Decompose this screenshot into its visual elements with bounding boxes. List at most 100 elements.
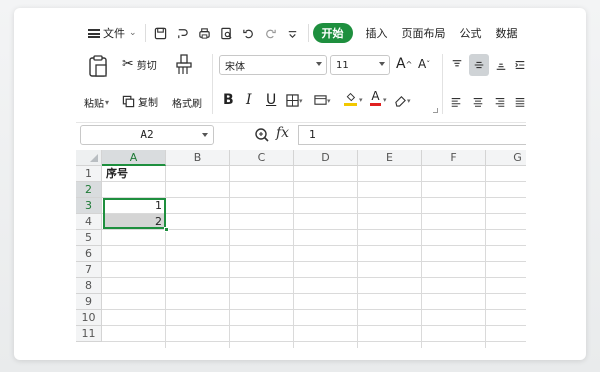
fx-icon[interactable]: fx — [276, 125, 289, 141]
chevron-down-icon[interactable]: ▾ — [383, 96, 387, 104]
row-header-4[interactable]: 4 — [76, 214, 102, 230]
chevron-down-icon: ▾ — [327, 96, 331, 105]
formula-input[interactable]: 1 — [298, 125, 526, 145]
paste-button[interactable] — [84, 54, 112, 78]
sheet-grid: ABCDEFG 1 2 3 4 5 6 7 8 9 10 11 序号 1 2 — [76, 150, 526, 348]
tab-data[interactable]: 数据 — [496, 25, 518, 41]
column-header-g[interactable]: G — [486, 150, 526, 166]
align-center-icon — [473, 98, 483, 107]
ribbon: 粘贴 ▾ ✂ 剪切 复制 格式刷 宋体 11 A ^ A ˇ B I U ▾ ▾… — [76, 50, 526, 122]
underline-button[interactable]: U — [266, 92, 276, 108]
tab-start[interactable]: 开始 — [312, 23, 353, 43]
format-painter-label-wrap[interactable]: 格式刷 — [172, 95, 202, 110]
fill-color-swatch — [344, 103, 357, 106]
wrap-button[interactable] — [514, 56, 526, 74]
font-size-select[interactable]: 11 — [330, 55, 390, 75]
italic-button[interactable]: I — [246, 92, 252, 108]
row-header-2[interactable]: 2 — [76, 182, 102, 198]
cell-style-button[interactable]: ▾ — [314, 94, 331, 107]
format-painter-label: 格式刷 — [172, 99, 202, 110]
cut-label: 剪切 — [136, 60, 157, 72]
align-middle-icon — [474, 61, 484, 69]
customize-icon[interactable] — [286, 26, 300, 40]
row-header-9[interactable]: 9 — [76, 294, 102, 310]
select-all-corner[interactable] — [76, 150, 102, 166]
column-header-b[interactable]: B — [166, 150, 230, 166]
row-header-6[interactable]: 6 — [76, 246, 102, 262]
scissors-icon: ✂ — [122, 56, 134, 72]
paste-menu[interactable]: 粘贴 ▾ — [84, 95, 109, 110]
zoom-icon[interactable] — [254, 127, 270, 143]
name-box[interactable]: A2 — [80, 125, 214, 145]
chevron-down-icon: ⌄ — [129, 28, 137, 38]
row-header-1[interactable]: 1 — [76, 166, 102, 182]
align-right-button[interactable] — [494, 96, 506, 108]
justify-button[interactable] — [514, 96, 526, 108]
column-header-e[interactable]: E — [358, 150, 422, 166]
font-dialog-launcher-icon[interactable] — [433, 108, 438, 113]
increase-font-button[interactable]: A ^ — [396, 56, 412, 72]
font-name-select[interactable]: 宋体 — [219, 55, 327, 75]
column-header-d[interactable]: D — [294, 150, 358, 166]
decrease-font-button[interactable]: Aˇ — [418, 57, 430, 71]
row-header-3[interactable]: 3 — [76, 198, 102, 214]
chevron-down-icon: ▾ — [407, 96, 411, 105]
align-bottom-button[interactable] — [492, 56, 510, 74]
cell-a1[interactable]: 序号 — [106, 166, 166, 182]
redo-icon[interactable] — [264, 26, 278, 40]
row-header-5[interactable]: 5 — [76, 230, 102, 246]
bold-button[interactable]: B — [223, 92, 234, 108]
column-header-a[interactable]: A — [102, 150, 166, 166]
chevron-down-icon — [379, 62, 385, 66]
fill-color-button[interactable] — [344, 92, 357, 106]
copy-button[interactable]: 复制 — [122, 94, 158, 109]
font-color-button[interactable]: A — [370, 90, 381, 106]
menu-divider — [307, 24, 309, 42]
eraser-icon — [395, 95, 406, 107]
tab-page-layout[interactable]: 页面布局 — [402, 25, 446, 41]
row-header-10[interactable]: 10 — [76, 310, 102, 326]
chevron-down-icon: ▾ — [299, 96, 303, 105]
align-top-button[interactable] — [448, 56, 466, 74]
border-icon — [286, 94, 299, 107]
tab-formulas[interactable]: 公式 — [460, 25, 482, 41]
undo-history-icon[interactable] — [176, 26, 190, 40]
row-header-8[interactable]: 8 — [76, 278, 102, 294]
chevron-down-icon[interactable]: ▾ — [359, 96, 363, 104]
undo-icon[interactable] — [242, 26, 256, 40]
fill-handle[interactable] — [164, 227, 169, 232]
ribbon-divider — [212, 54, 213, 114]
align-center-button[interactable] — [472, 96, 484, 108]
cut-button[interactable]: ✂ 剪切 — [122, 56, 157, 72]
hamburger-icon — [88, 28, 100, 38]
print-icon[interactable] — [198, 26, 212, 40]
format-painter-button[interactable] — [174, 52, 194, 76]
formula-bar: A2 fx 1 — [76, 122, 526, 150]
border-button[interactable]: ▾ — [286, 94, 303, 107]
copy-icon — [122, 95, 135, 108]
clear-format-button[interactable]: ▾ — [394, 94, 411, 107]
paint-bucket-icon — [346, 92, 356, 102]
font-color-swatch — [370, 103, 381, 106]
column-header-f[interactable]: F — [422, 150, 486, 166]
cell-a2[interactable]: 1 — [104, 198, 162, 214]
row-header-11[interactable]: 11 — [76, 326, 102, 342]
cell-a3[interactable]: 2 — [104, 214, 162, 230]
formula-value: 1 — [309, 128, 316, 141]
align-top-icon — [452, 60, 462, 67]
cells-area[interactable] — [102, 166, 526, 348]
column-header-c[interactable]: C — [230, 150, 294, 166]
menu-divider — [144, 24, 146, 42]
save-icon[interactable] — [154, 26, 168, 40]
align-middle-button[interactable] — [469, 54, 489, 76]
align-left-button[interactable] — [450, 96, 462, 108]
tab-insert[interactable]: 插入 — [366, 25, 388, 41]
copy-label: 复制 — [138, 98, 158, 109]
print-preview-icon[interactable] — [220, 26, 234, 40]
file-menu[interactable]: 文件 ⌄ — [84, 22, 141, 44]
ribbon-divider — [442, 54, 443, 114]
cell-style-icon — [314, 95, 327, 105]
justify-icon — [515, 98, 525, 107]
row-header-7[interactable]: 7 — [76, 262, 102, 278]
clipboard-icon — [89, 55, 107, 77]
